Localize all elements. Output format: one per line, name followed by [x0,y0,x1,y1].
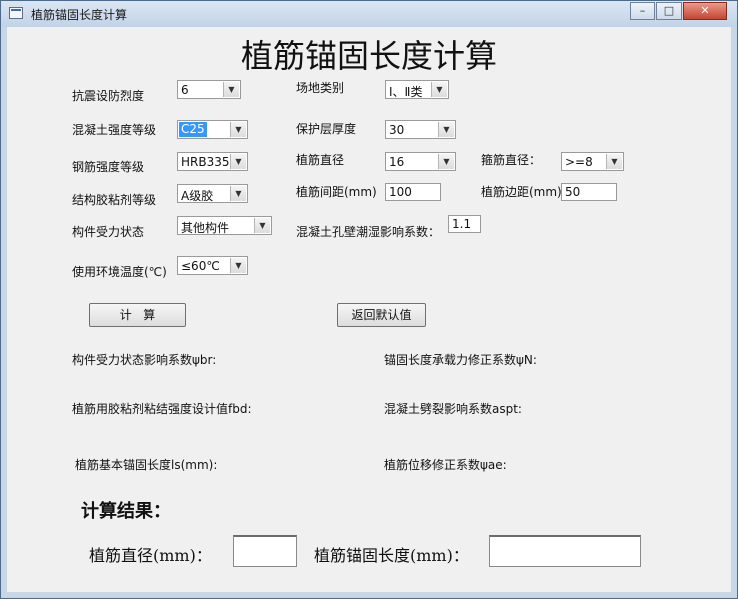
calculate-button[interactable]: 计 算 [89,303,186,327]
site-value: Ⅰ、Ⅱ类 [389,85,423,99]
maximize-icon: □ [663,4,675,17]
page-title: 植筋锚固长度计算 [240,37,497,75]
member-value: 其他构件 [181,221,230,235]
stirrup-label: 箍筋直径： [481,153,542,167]
chevron-down-icon[interactable]: ▼ [230,122,246,137]
edge-input[interactable]: 50 [561,183,617,201]
chevron-down-icon[interactable]: ▼ [230,186,246,201]
chevron-down-icon[interactable]: ▼ [254,218,270,233]
close-icon: ✕ [700,4,710,17]
concrete-select[interactable]: C25 ▼ [177,120,248,139]
cover-value: 30 [389,123,405,137]
reset-default-button[interactable]: 返回默认值 [337,303,426,327]
chevron-down-icon[interactable]: ▼ [606,154,622,169]
app-icon[interactable] [9,7,23,19]
steel-value: HRB335 [181,155,230,169]
chevron-down-icon[interactable]: ▼ [223,82,239,97]
temp-select[interactable]: ≤60℃ ▼ [177,256,248,275]
coef-psi-ae-label: 植筋位移修正系数ψae: [384,458,507,472]
chevron-down-icon[interactable]: ▼ [438,122,454,137]
seismic-select[interactable]: 6 ▼ [177,80,241,99]
minimize-icon: – [639,4,646,17]
glue-label: 结构胶粘剂等级 [72,193,157,207]
steel-select[interactable]: HRB335 ▼ [177,152,248,171]
window-title: 植筋锚固长度计算 [31,8,128,22]
seismic-label: 抗震设防烈度 [72,89,145,103]
site-select[interactable]: Ⅰ、Ⅱ类 ▼ [385,80,449,99]
chevron-down-icon[interactable]: ▼ [230,154,246,169]
bar-dia-select[interactable]: 16 ▼ [385,152,456,171]
glue-select[interactable]: A级胶 ▼ [177,184,248,203]
steel-label: 钢筋强度等级 [72,160,145,174]
cover-label: 保护层厚度 [296,122,357,136]
site-label: 场地类别 [296,81,345,95]
coef-psi-br-label: 构件受力状态影响系数ψbr: [72,353,217,367]
spacing-label: 植筋间距(mm) [296,185,377,199]
temp-label: 使用环境温度(℃) [72,265,167,279]
form-client-area: 植筋锚固长度计算 抗震设防烈度 6 ▼ 场地类别 Ⅰ、Ⅱ类 ▼ 混凝土强度等级 … [7,27,731,592]
member-label: 构件受力状态 [72,225,145,239]
hole-label: 混凝土孔壁潮湿影响系数： [296,225,441,239]
coef-psi-n-label: 锚固长度承载力修正系数ψN: [384,353,537,367]
coef-ls-label: 植筋基本锚固长度ls(mm): [75,458,218,472]
minimize-button[interactable]: – [630,2,655,20]
close-button[interactable]: ✕ [683,2,727,20]
cover-select[interactable]: 30 ▼ [385,120,456,139]
result-heading: 计算结果： [81,501,171,522]
glue-value: A级胶 [181,189,214,203]
bar-dia-value: 16 [389,155,405,169]
stirrup-value: >=8 [565,155,593,169]
concrete-label: 混凝土强度等级 [72,123,157,137]
spacing-input[interactable]: 100 [385,183,441,201]
member-select[interactable]: 其他构件 ▼ [177,216,272,235]
temp-value: ≤60℃ [181,259,220,273]
concrete-value: C25 [179,122,207,137]
seismic-value: 6 [181,83,189,97]
chevron-down-icon[interactable]: ▼ [230,258,246,273]
chevron-down-icon[interactable]: ▼ [438,154,454,169]
bar-dia-label: 植筋直径 [296,153,345,167]
result-diameter-label: 植筋直径(mm)： [89,546,212,565]
result-length-label: 植筋锚固长度(mm)： [314,546,469,565]
title-bar[interactable]: 植筋锚固长度计算 – □ ✕ [1,1,737,27]
result-length-field[interactable] [489,535,641,567]
coef-aspt-label: 混凝土劈裂影响系数aspt: [384,402,522,416]
maximize-button[interactable]: □ [656,2,682,20]
hole-input[interactable]: 1.1 [448,215,481,233]
result-diameter-field[interactable] [233,535,297,567]
stirrup-select[interactable]: >=8 ▼ [561,152,624,171]
chevron-down-icon[interactable]: ▼ [431,82,447,97]
app-window: 植筋锚固长度计算 – □ ✕ 植筋锚固长度计算 抗震设防烈度 6 ▼ 场地类别 … [0,0,738,599]
edge-label: 植筋边距(mm) [481,185,562,199]
coef-fbd-label: 植筋用胶粘剂粘结强度设计值fbd: [72,402,252,416]
